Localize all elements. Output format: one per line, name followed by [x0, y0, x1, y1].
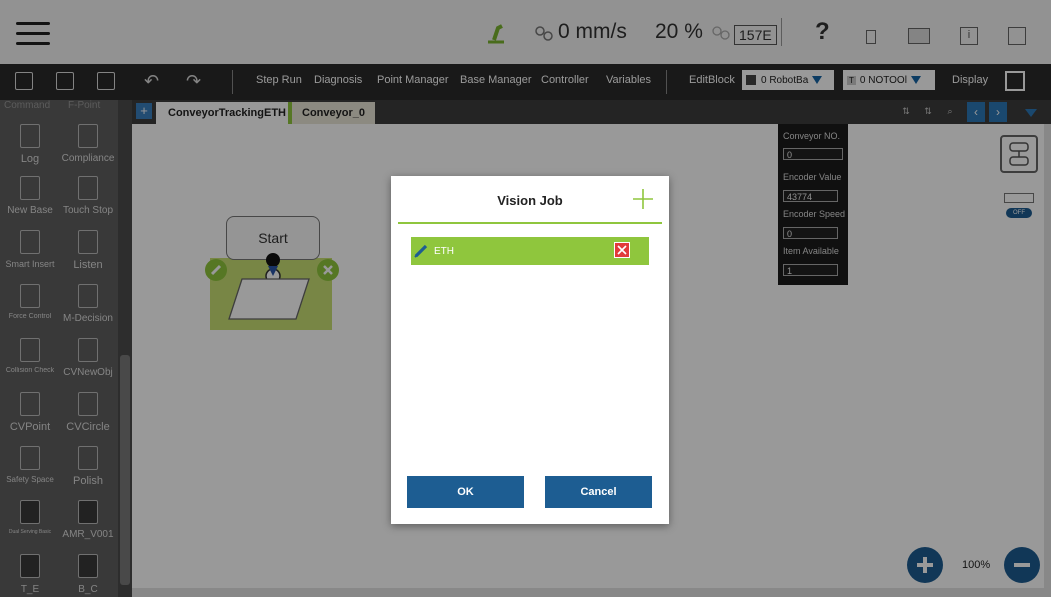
- cancel-button[interactable]: Cancel: [545, 476, 652, 508]
- ok-button[interactable]: OK: [407, 476, 524, 508]
- job-name: ETH: [434, 246, 454, 257]
- dialog-divider: [398, 222, 662, 224]
- dialog-title: Vision Job: [497, 193, 563, 208]
- add-job-icon[interactable]: [632, 188, 654, 210]
- delete-job-icon[interactable]: [614, 242, 630, 258]
- pencil-icon[interactable]: [414, 242, 430, 258]
- vision-job-dialog: [391, 176, 669, 524]
